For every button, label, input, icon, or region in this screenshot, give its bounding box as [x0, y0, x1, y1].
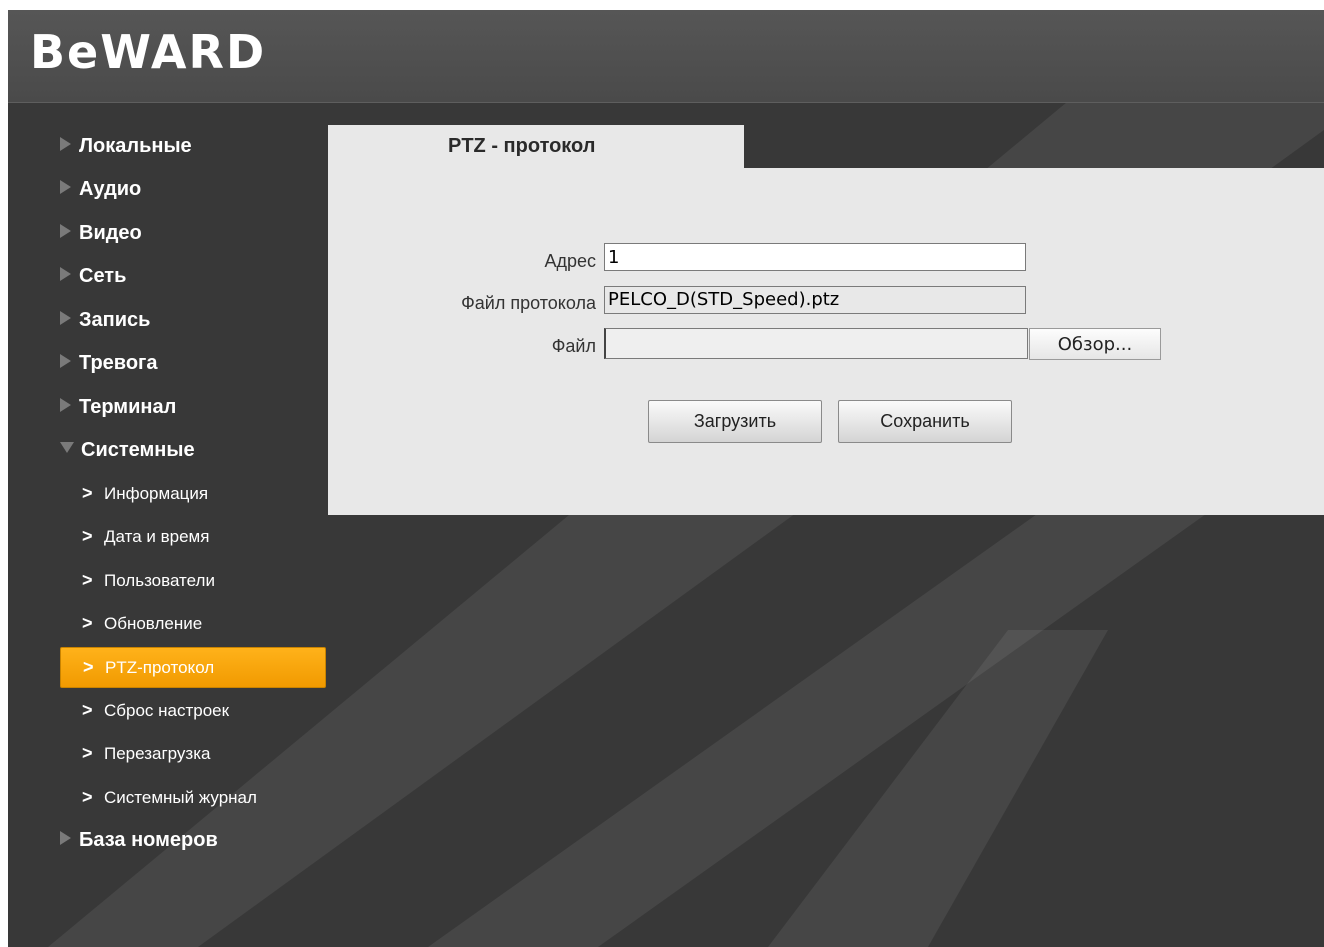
sub-item-label: PTZ-протокол [105, 658, 215, 677]
beward-logo: BeWARD [30, 26, 302, 74]
nav-item-record[interactable]: Запись [60, 305, 150, 335]
address-input[interactable] [604, 243, 1026, 271]
nav-item-label: База номеров [79, 829, 218, 851]
address-label: Адрес [544, 251, 596, 271]
file-label: Файл [551, 336, 596, 356]
nav-item-label: Локальные [79, 135, 192, 157]
nav-item-local[interactable]: Локальные [60, 131, 192, 161]
nav-item-label: Тревога [79, 352, 158, 374]
nav-item-terminal[interactable]: Терминал [60, 392, 176, 422]
triangle-right-icon [60, 311, 71, 325]
sub-item-label: Дата и время [104, 527, 210, 546]
nav-item-audio[interactable]: Аудио [60, 174, 141, 204]
nav-item-label: Запись [79, 309, 151, 331]
content-panel: Адрес Файл протокола PELCO_D(STD_Speed).… [328, 168, 1324, 515]
triangle-right-icon [60, 267, 71, 281]
nav-item-label: Аудио [79, 178, 142, 200]
upload-button[interactable]: Загрузить [648, 400, 822, 443]
chevron-right-icon: > [83, 657, 94, 677]
triangle-right-icon [60, 137, 71, 151]
sub-item-ptz-protocol[interactable]: > PTZ-протокол [60, 647, 326, 688]
chevron-right-icon: > [82, 700, 93, 720]
nav-item-label: Видео [79, 222, 142, 244]
chevron-right-icon: > [82, 483, 93, 503]
nav-item-number-base[interactable]: База номеров [60, 825, 218, 855]
triangle-right-icon [60, 224, 71, 238]
nav-item-network[interactable]: Сеть [60, 261, 126, 291]
sub-item-date-time[interactable]: > Дата и время [60, 517, 326, 555]
browse-button[interactable]: Обзор... [1029, 328, 1161, 360]
file-path-input[interactable] [604, 328, 1028, 359]
nav-item-label: Терминал [79, 396, 177, 418]
sub-item-label: Системный журнал [104, 788, 257, 807]
nav-item-label: Сеть [79, 265, 127, 287]
tab-ptz-protocol[interactable]: PTZ - протокол [328, 125, 744, 168]
sub-item-label: Пользователи [104, 571, 215, 590]
protocol-file-label: Файл протокола [461, 293, 596, 313]
save-button[interactable]: Сохранить [838, 400, 1012, 443]
sub-item-label: Сброс настроек [104, 701, 230, 720]
triangle-right-icon [60, 831, 71, 845]
protocol-file-field: PELCO_D(STD_Speed).ptz [604, 286, 1026, 314]
sub-item-users[interactable]: > Пользователи [60, 561, 326, 599]
chevron-right-icon: > [82, 787, 93, 807]
triangle-right-icon [60, 354, 71, 368]
sub-item-reboot[interactable]: > Перезагрузка [60, 734, 326, 772]
sub-item-label: Информация [104, 484, 209, 503]
sub-item-system-log[interactable]: > Системный журнал [60, 778, 326, 816]
sub-item-update[interactable]: > Обновление [60, 604, 326, 642]
sub-item-info[interactable]: > Информация [60, 474, 326, 512]
chevron-right-icon: > [82, 570, 93, 590]
nav-item-alarm[interactable]: Тревога [60, 348, 158, 378]
sub-item-label: Обновление [104, 614, 203, 633]
chevron-right-icon: > [82, 526, 93, 546]
tab-label: PTZ - протокол [448, 135, 596, 157]
logo-wordmark: BeWARD [30, 26, 266, 74]
nav-item-video[interactable]: Видео [60, 218, 142, 248]
header-bar: BeWARD [8, 10, 1324, 103]
triangle-down-icon [60, 442, 74, 453]
chevron-right-icon: > [82, 743, 93, 763]
sub-item-label: Перезагрузка [104, 744, 211, 763]
triangle-right-icon [60, 398, 71, 412]
nav-item-label: Системные [81, 439, 195, 461]
nav-item-system[interactable]: Системные [60, 435, 195, 465]
sub-item-reset[interactable]: > Сброс настроек [60, 691, 326, 729]
chevron-right-icon: > [82, 613, 93, 633]
app-window: BeWARD Локальные Аудио Видео Сеть Запись… [8, 10, 1324, 947]
triangle-right-icon [60, 180, 71, 194]
